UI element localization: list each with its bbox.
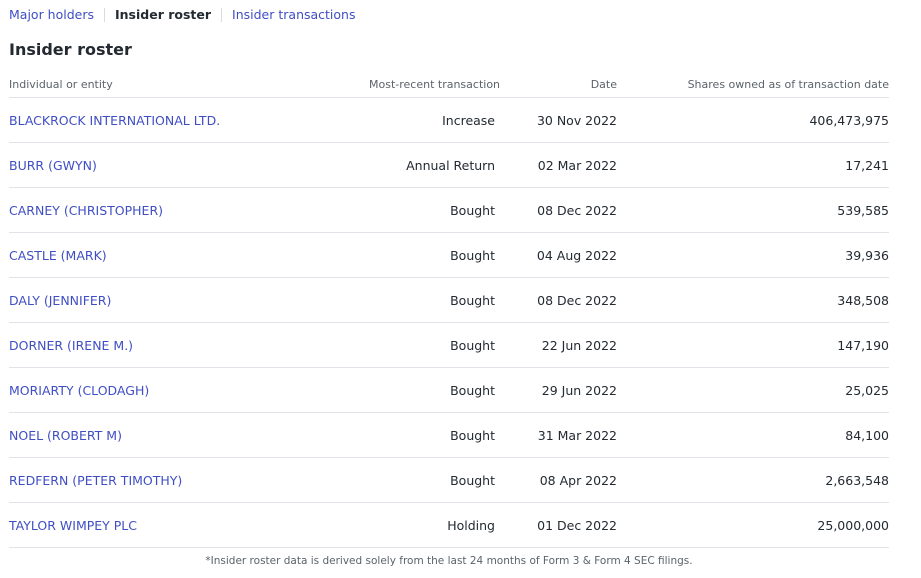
transaction-cell: Bought bbox=[369, 187, 495, 233]
insider-name-link[interactable]: REDFERN (PETER TIMOTHY) bbox=[9, 473, 182, 488]
tab-divider bbox=[104, 8, 105, 22]
date-cell: 22 Jun 2022 bbox=[495, 322, 617, 368]
date-cell: 04 Aug 2022 bbox=[495, 232, 617, 278]
name-cell: REDFERN (PETER TIMOTHY) bbox=[9, 457, 369, 503]
table-row: DORNER (IRENE M.) Bought 22 Jun 2022 147… bbox=[9, 322, 889, 368]
name-cell: DALY (JENNIFER) bbox=[9, 277, 369, 323]
date-cell: 30 Nov 2022 bbox=[495, 97, 617, 143]
name-cell: TAYLOR WIMPEY PLC bbox=[9, 502, 369, 548]
shares-cell: 406,473,975 bbox=[617, 97, 889, 143]
insider-roster-table: Individual or entity Most-recent transac… bbox=[9, 72, 889, 548]
holders-tab-bar: Major holders Insider roster Insider tra… bbox=[9, 0, 889, 30]
name-cell: CARNEY (CHRISTOPHER) bbox=[9, 187, 369, 233]
shares-cell: 84,100 bbox=[617, 412, 889, 458]
table-body: BLACKROCK INTERNATIONAL LTD. Increase 30… bbox=[9, 97, 889, 548]
insider-name-link[interactable]: TAYLOR WIMPEY PLC bbox=[9, 518, 137, 533]
name-cell: MORIARTY (CLODAGH) bbox=[9, 367, 369, 413]
name-cell: BLACKROCK INTERNATIONAL LTD. bbox=[9, 97, 369, 143]
insider-name-link[interactable]: DORNER (IRENE M.) bbox=[9, 338, 133, 353]
insider-name-link[interactable]: MORIARTY (CLODAGH) bbox=[9, 383, 149, 398]
insider-roster-page: Major holders Insider roster Insider tra… bbox=[9, 0, 889, 578]
table-row: TAYLOR WIMPEY PLC Holding 01 Dec 2022 25… bbox=[9, 502, 889, 548]
table-row: NOEL (ROBERT M) Bought 31 Mar 2022 84,10… bbox=[9, 412, 889, 458]
transaction-cell: Holding bbox=[369, 502, 495, 548]
table-row: BLACKROCK INTERNATIONAL LTD. Increase 30… bbox=[9, 97, 889, 143]
name-cell: DORNER (IRENE M.) bbox=[9, 322, 369, 368]
shares-cell: 147,190 bbox=[617, 322, 889, 368]
transaction-cell: Bought bbox=[369, 457, 495, 503]
transaction-cell: Bought bbox=[369, 367, 495, 413]
insider-name-link[interactable]: CARNEY (CHRISTOPHER) bbox=[9, 203, 163, 218]
shares-cell: 17,241 bbox=[617, 142, 889, 188]
date-cell: 02 Mar 2022 bbox=[495, 142, 617, 188]
table-row: REDFERN (PETER TIMOTHY) Bought 08 Apr 20… bbox=[9, 457, 889, 503]
name-cell: BURR (GWYN) bbox=[9, 142, 369, 188]
date-cell: 29 Jun 2022 bbox=[495, 367, 617, 413]
insider-name-link[interactable]: DALY (JENNIFER) bbox=[9, 293, 111, 308]
column-header-transaction: Most-recent transaction bbox=[369, 72, 500, 98]
table-row: CASTLE (MARK) Bought 04 Aug 2022 39,936 bbox=[9, 232, 889, 278]
shares-cell: 39,936 bbox=[617, 232, 889, 278]
table-row: MORIARTY (CLODAGH) Bought 29 Jun 2022 25… bbox=[9, 367, 889, 413]
transaction-cell: Increase bbox=[369, 97, 495, 143]
insider-name-link[interactable]: BLACKROCK INTERNATIONAL LTD. bbox=[9, 113, 220, 128]
name-cell: CASTLE (MARK) bbox=[9, 232, 369, 278]
transaction-cell: Bought bbox=[369, 412, 495, 458]
table-header-row: Individual or entity Most-recent transac… bbox=[9, 72, 889, 98]
page-title: Insider roster bbox=[9, 40, 132, 59]
table-row: CARNEY (CHRISTOPHER) Bought 08 Dec 2022 … bbox=[9, 187, 889, 233]
name-cell: NOEL (ROBERT M) bbox=[9, 412, 369, 458]
table-row: BURR (GWYN) Annual Return 02 Mar 2022 17… bbox=[9, 142, 889, 188]
insider-name-link[interactable]: NOEL (ROBERT M) bbox=[9, 428, 122, 443]
shares-cell: 2,663,548 bbox=[617, 457, 889, 503]
tab-major-holders[interactable]: Major holders bbox=[9, 0, 94, 30]
date-cell: 08 Dec 2022 bbox=[495, 187, 617, 233]
insider-name-link[interactable]: BURR (GWYN) bbox=[9, 158, 97, 173]
table-row: DALY (JENNIFER) Bought 08 Dec 2022 348,5… bbox=[9, 277, 889, 323]
date-cell: 08 Dec 2022 bbox=[495, 277, 617, 323]
disclaimer-footnote: *Insider roster data is derived solely f… bbox=[205, 555, 693, 567]
shares-cell: 539,585 bbox=[617, 187, 889, 233]
column-header-date: Date bbox=[495, 72, 617, 98]
transaction-cell: Bought bbox=[369, 232, 495, 278]
tab-insider-transactions[interactable]: Insider transactions bbox=[232, 0, 355, 30]
shares-cell: 25,025 bbox=[617, 367, 889, 413]
transaction-cell: Bought bbox=[369, 277, 495, 323]
date-cell: 31 Mar 2022 bbox=[495, 412, 617, 458]
shares-cell: 25,000,000 bbox=[617, 502, 889, 548]
tab-insider-roster[interactable]: Insider roster bbox=[115, 0, 211, 30]
date-cell: 01 Dec 2022 bbox=[495, 502, 617, 548]
date-cell: 08 Apr 2022 bbox=[495, 457, 617, 503]
column-header-shares: Shares owned as of transaction date bbox=[617, 72, 889, 98]
column-header-name: Individual or entity bbox=[9, 72, 369, 98]
insider-name-link[interactable]: CASTLE (MARK) bbox=[9, 248, 107, 263]
shares-cell: 348,508 bbox=[617, 277, 889, 323]
tab-divider bbox=[221, 8, 223, 22]
transaction-cell: Bought bbox=[369, 322, 495, 368]
transaction-cell: Annual Return bbox=[369, 142, 495, 188]
